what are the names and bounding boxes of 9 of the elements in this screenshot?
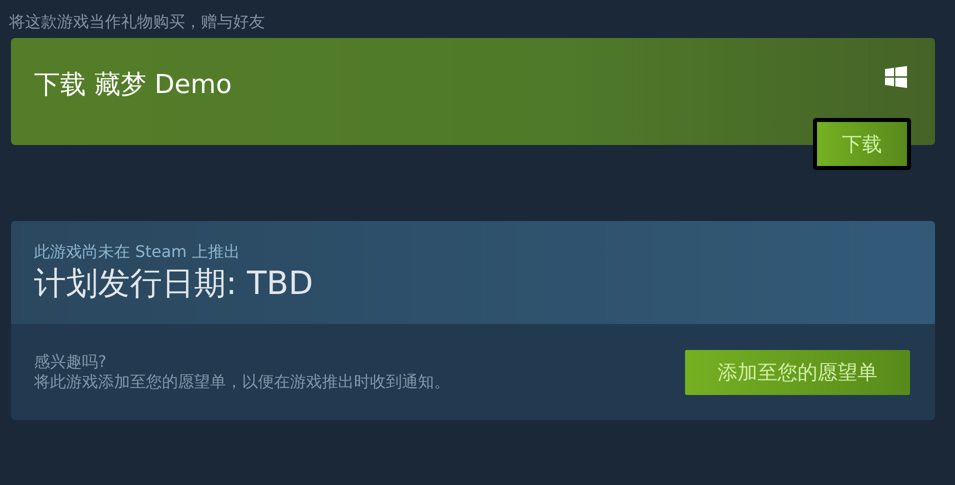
download-button[interactable]: 下载: [813, 118, 911, 170]
gift-link[interactable]: 将这款游戏当作礼物购买，赠与好友: [9, 10, 935, 34]
windows-icon: [885, 66, 907, 88]
demo-title: 下载 藏梦 Demo: [34, 69, 232, 102]
wishlist-prompt: 感兴趣吗?: [34, 352, 108, 372]
release-date: 计划发行日期: TBD: [34, 263, 314, 304]
wishlist-description: 将此游戏添加至您的愿望单，以便在游戏推出时收到通知。: [34, 372, 450, 392]
release-notice: 此游戏尚未在 Steam 上推出: [34, 242, 241, 262]
add-to-wishlist-button[interactable]: 添加至您的愿望单: [685, 350, 910, 394]
